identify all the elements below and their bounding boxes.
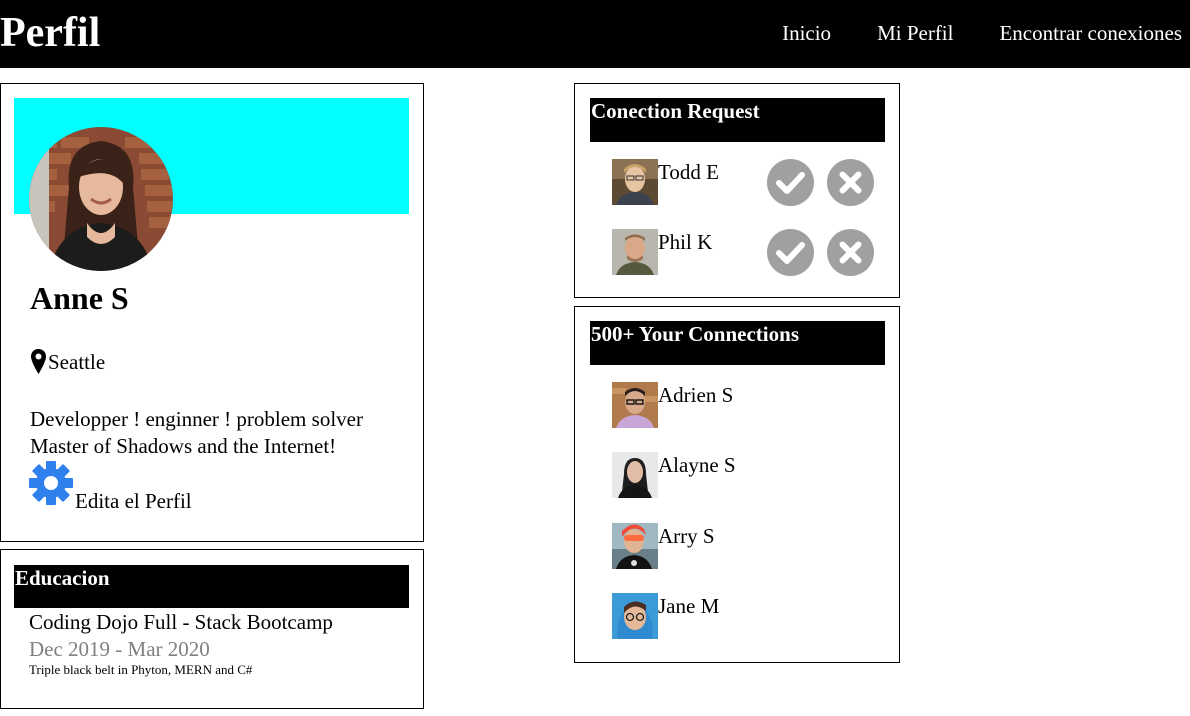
nav-link-mi-perfil[interactable]: Mi Perfil bbox=[877, 19, 953, 47]
connection-requests-card: Conection Request Todd E Phil K bbox=[574, 83, 900, 298]
education-dates: Dec 2019 - Mar 2020 bbox=[29, 637, 210, 661]
nav-link-inicio[interactable]: Inicio bbox=[782, 19, 831, 47]
profile-card: Anne S Seattle Developper ! enginner ! p… bbox=[0, 83, 424, 542]
request-name: Todd E bbox=[658, 160, 719, 184]
connection-name: Alayne S bbox=[658, 453, 736, 477]
location-row: Seattle bbox=[30, 345, 105, 375]
avatar bbox=[29, 127, 173, 271]
connection-row[interactable]: Adrien S bbox=[612, 382, 882, 428]
request-row: Phil K bbox=[612, 229, 882, 276]
x-circle-icon[interactable] bbox=[827, 159, 874, 206]
edit-profile-label: Edita el Perfil bbox=[75, 489, 192, 513]
request-row: Todd E bbox=[612, 159, 882, 206]
connection-row[interactable]: Arry S bbox=[612, 523, 882, 569]
connection-row[interactable]: Alayne S bbox=[612, 452, 882, 498]
page-title: Perfil bbox=[0, 10, 101, 56]
connections-card: 500+ Your Connections Adrien S Alayne S … bbox=[574, 306, 900, 663]
connection-name: Jane M bbox=[658, 594, 720, 618]
bio-line: Developper ! enginner ! problem solver bbox=[30, 407, 363, 431]
avatar bbox=[612, 593, 658, 639]
avatar bbox=[612, 229, 658, 275]
connection-name: Arry S bbox=[658, 524, 715, 548]
edit-profile-link[interactable]: Edita el Perfil bbox=[28, 460, 192, 513]
connection-row[interactable]: Jane M bbox=[612, 593, 882, 639]
top-nav-bar: Perfil Inicio Mi Perfil Encontrar conexi… bbox=[0, 0, 1190, 68]
education-heading: Educacion bbox=[14, 565, 409, 608]
check-circle-icon[interactable] bbox=[767, 159, 814, 206]
x-circle-icon[interactable] bbox=[827, 229, 874, 276]
education-title: Coding Dojo Full - Stack Bootcamp bbox=[29, 610, 333, 634]
location-text: Seattle bbox=[48, 350, 106, 374]
bio-line: Master of Shadows and the Internet! bbox=[30, 434, 337, 458]
avatar bbox=[612, 452, 658, 498]
profile-bio: Developper ! enginner ! problem solver M… bbox=[30, 406, 410, 460]
avatar bbox=[612, 382, 658, 428]
education-card: Educacion Coding Dojo Full - Stack Bootc… bbox=[0, 549, 424, 709]
requests-heading: Conection Request bbox=[590, 98, 885, 142]
profile-name: Anne S bbox=[30, 280, 129, 316]
check-circle-icon[interactable] bbox=[767, 229, 814, 276]
request-name: Phil K bbox=[658, 230, 713, 254]
avatar bbox=[612, 523, 658, 569]
connections-heading: 500+ Your Connections bbox=[590, 321, 885, 365]
main-nav: Inicio Mi Perfil Encontrar conexiones bbox=[782, 19, 1182, 47]
avatar bbox=[612, 159, 658, 205]
connection-name: Adrien S bbox=[658, 383, 734, 407]
gear-icon bbox=[29, 461, 73, 505]
map-pin-icon bbox=[31, 349, 46, 374]
nav-link-encontrar-conexiones[interactable]: Encontrar conexiones bbox=[999, 19, 1182, 47]
education-note: Triple black belt in Phyton, MERN and C# bbox=[29, 662, 253, 677]
